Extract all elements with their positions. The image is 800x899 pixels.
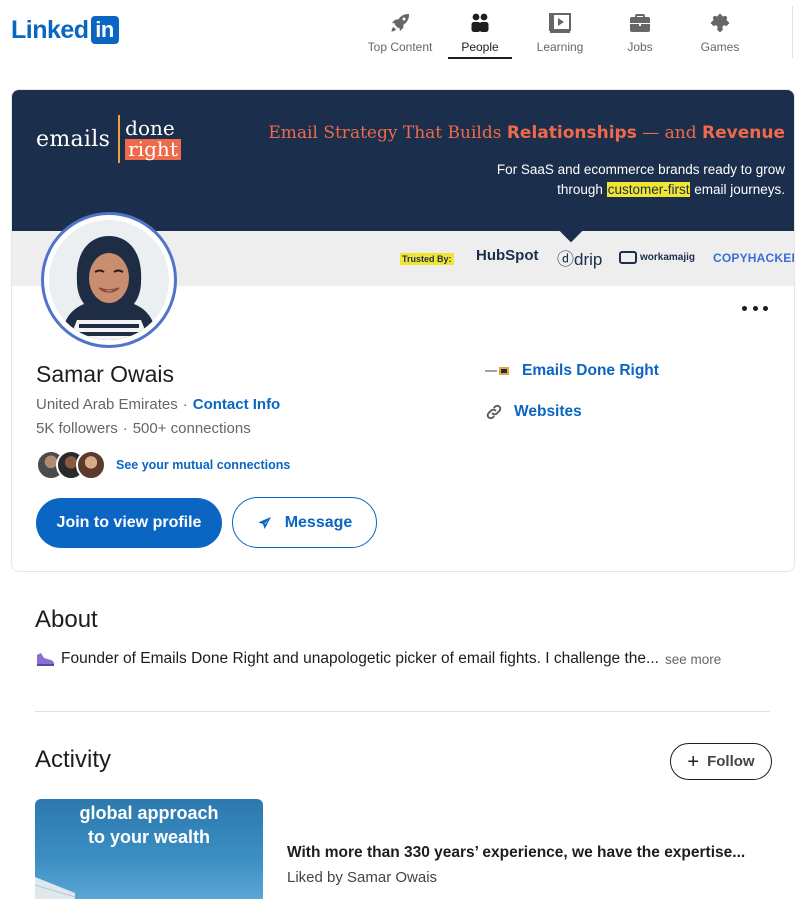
top-navigation: Linked in Top Content People Learning Jo… xyxy=(0,0,800,64)
banner-subline: For SaaS and ecommerce brands ready to g… xyxy=(497,160,785,200)
join-to-view-profile-button[interactable]: Join to view profile xyxy=(36,498,222,548)
brand-drip: ⓓdrip xyxy=(557,250,603,269)
banner-headline: Email Strategy That Builds Relationships… xyxy=(268,123,785,143)
separator-dot: · xyxy=(182,396,188,413)
nav-games[interactable]: Games xyxy=(680,8,760,58)
logo-done-text: done xyxy=(125,116,175,140)
logo-right-text: right xyxy=(125,139,181,160)
nav-people[interactable]: People xyxy=(440,8,520,59)
logo-stack: done right xyxy=(125,118,181,160)
profile-avatar[interactable] xyxy=(41,212,177,348)
dot-icon xyxy=(752,305,758,311)
shoe-emoji-icon xyxy=(37,653,54,666)
workamajig-icon xyxy=(619,251,637,264)
profile-location: United Arab Emirates xyxy=(36,396,178,413)
subline-highlight: customer-first xyxy=(606,182,691,197)
nav-learning[interactable]: Learning xyxy=(520,8,600,58)
subline-2-post: email journeys. xyxy=(690,182,785,197)
company-logo-icon xyxy=(485,367,509,375)
nav-items: Top Content People Learning Jobs Games xyxy=(360,8,760,59)
profile-name: Samar Owais xyxy=(36,361,175,387)
headline-revenue: Revenue xyxy=(702,123,785,143)
nav-label-jobs: Jobs xyxy=(627,40,653,54)
send-icon xyxy=(258,516,271,529)
websites-label: Websites xyxy=(514,403,582,420)
brand-workamajig-text: workamajig xyxy=(640,252,696,263)
mutual-connections-link[interactable]: See your mutual connections xyxy=(116,458,290,472)
brand-copyhackers: COPYHACKERS xyxy=(713,251,794,265)
activity-heading: Activity xyxy=(35,746,112,773)
dot-icon xyxy=(742,305,747,311)
nav-label-people: People xyxy=(461,40,499,54)
profile-card: emails done right Email Strategy That Bu… xyxy=(11,89,795,572)
subline-2-pre: through xyxy=(557,182,607,197)
websites-link[interactable]: Websites xyxy=(485,403,582,421)
subline-1: For SaaS and ecommerce brands ready to g… xyxy=(496,162,785,177)
plus-icon: + xyxy=(687,750,700,773)
nav-label-top-content: Top Content xyxy=(367,40,433,54)
headline-part-1: Email Strategy That Builds xyxy=(268,123,507,143)
contact-info-link[interactable]: Contact Info xyxy=(193,396,281,413)
rocket-icon xyxy=(391,14,409,32)
post-liked-by: Liked by Samar Owais xyxy=(287,869,438,886)
dot-icon xyxy=(763,305,768,311)
subline-2: through customer-first email journeys. xyxy=(497,180,785,200)
connections-count: 500+ connections xyxy=(132,420,251,437)
logo-emails-text: emails xyxy=(36,126,111,152)
video-icon xyxy=(549,13,571,33)
puzzle-icon xyxy=(710,13,730,33)
brand-drip-text: drip xyxy=(574,250,603,269)
about-text: Founder of Emails Done Right and unapolo… xyxy=(61,650,659,667)
brand-hubspot: HubSpot xyxy=(476,247,539,264)
building-illustration-icon xyxy=(35,877,76,899)
see-more-link[interactable]: see more xyxy=(665,652,721,667)
location-line: United Arab Emirates · Contact Info xyxy=(36,396,280,413)
avatar xyxy=(76,450,106,480)
headline-part-2: — and xyxy=(636,123,703,143)
followers-count: 5K followers xyxy=(36,420,118,437)
logo-wordmark: Linked xyxy=(11,16,89,44)
message-button[interactable]: Message xyxy=(232,497,377,548)
company-name: Emails Done Right xyxy=(522,362,659,379)
avatar-photo xyxy=(49,220,169,340)
logo-in-box: in xyxy=(90,16,119,44)
nav-divider xyxy=(792,6,793,58)
message-label: Message xyxy=(284,513,353,531)
brand-workamajig: workamajig xyxy=(619,251,695,264)
headline-relationships: Relationships xyxy=(506,123,637,143)
nav-jobs[interactable]: Jobs xyxy=(600,8,680,58)
current-company[interactable]: Emails Done Right xyxy=(485,362,659,380)
follow-button[interactable]: + Follow xyxy=(670,743,772,780)
follow-label: Follow xyxy=(707,753,755,770)
post-thumbnail[interactable]: global approach to your wealth xyxy=(35,799,263,899)
stats-line: 5K followers · 500+ connections xyxy=(36,420,251,437)
people-icon xyxy=(471,13,489,32)
mutual-connections[interactable]: See your mutual connections xyxy=(36,450,290,480)
nav-label-learning: Learning xyxy=(536,40,584,54)
briefcase-icon xyxy=(630,14,650,32)
link-icon xyxy=(486,404,502,420)
nav-top-content[interactable]: Top Content xyxy=(360,8,440,58)
emails-done-right-logo: emails done right xyxy=(36,114,181,164)
nav-label-games: Games xyxy=(700,40,740,54)
more-options-button[interactable] xyxy=(742,298,768,318)
separator-dot: · xyxy=(122,420,128,437)
section-divider xyxy=(35,711,770,712)
logo-bar xyxy=(118,115,121,163)
about-summary: Founder of Emails Done Right and unapolo… xyxy=(35,650,755,668)
mutual-avatars xyxy=(36,450,106,480)
about-heading: About xyxy=(35,606,98,633)
linkedin-logo[interactable]: Linked in xyxy=(11,16,119,44)
person-portrait-icon xyxy=(49,220,169,340)
post-title[interactable]: With more than 330 years’ experience, we… xyxy=(287,844,745,862)
trusted-by-label: Trusted By: xyxy=(400,253,454,265)
